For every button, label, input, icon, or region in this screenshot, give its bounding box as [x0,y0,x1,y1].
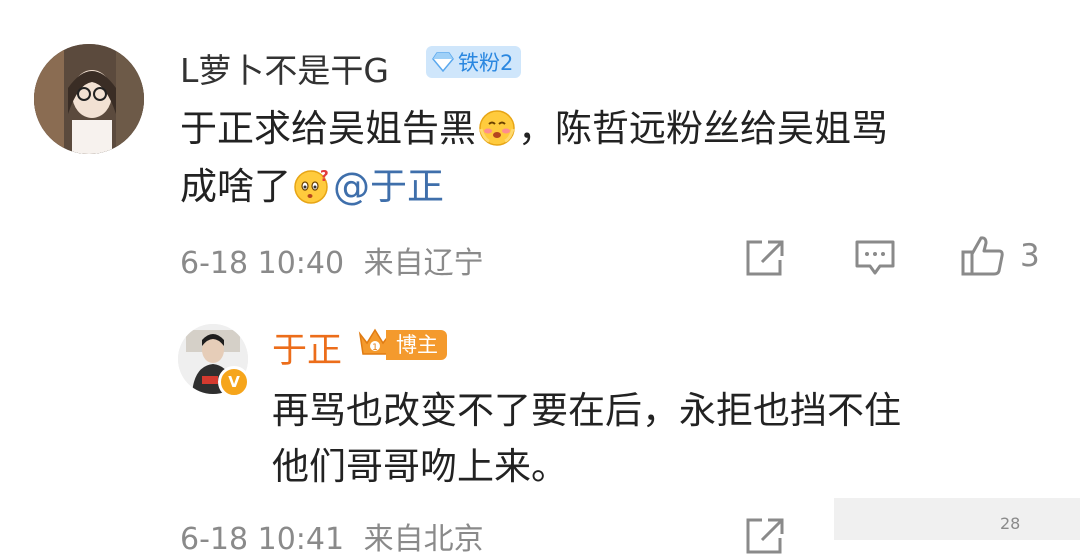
comment-icon [855,240,895,275]
reply-text-line-1: 再骂也改变不了要在后，永拒也挡不住 [272,389,901,432]
share-icon [746,518,784,554]
reply-share-button[interactable] [744,516,786,560]
fan-badge: 铁粉2 [426,46,522,78]
blushing-face-emoji-icon [479,110,515,146]
verified-badge-icon: V [218,366,250,398]
fan-badge-label: 铁粉2 [458,51,514,75]
comment-text-part-1: 于正求给吴姐告黑 [180,107,476,150]
watermark-overlay [834,498,1080,540]
commenter-avatar-image [34,44,144,154]
comment-timestamp: 6-18 10:40 [180,246,345,281]
diamond-icon [432,52,454,72]
comment-text-part-3: 成啥了 [180,165,291,208]
share-icon [746,240,784,276]
like-icon [961,236,1004,276]
confused-face-emoji-icon: ? [294,167,329,204]
reply-meta: 6-18 10:41 来自北京 [180,514,484,558]
comment-text-part-2: ，陈哲远粉丝给吴姐骂 [518,107,888,150]
reply-body: 再骂也改变不了要在后，永拒也挡不住 他们哥哥吻上来。 [272,383,1032,495]
comment-body: 于正求给吴姐告黑 ，陈哲远粉丝给吴姐骂 成啥了 ? @于正 [180,100,1020,216]
comment-button[interactable] [854,238,896,282]
commenter-username[interactable]: L萝卜不是干G [180,44,389,92]
reply-text-line-2: 他们哥哥吻上来。 [272,445,568,488]
comment-location: 来自辽宁 [363,246,484,281]
svg-text:1: 1 [372,343,378,353]
reply-username[interactable]: 于正 [272,322,342,373]
mention-link[interactable]: @于正 [333,165,444,208]
commenter-avatar[interactable] [34,44,144,154]
like-button[interactable]: 3 [960,234,1040,278]
reply-like-count: 28 [1000,514,1021,533]
like-count: 3 [1020,238,1040,274]
svg-text:?: ? [320,167,329,185]
host-badge: 博主 [386,330,447,360]
share-button[interactable] [744,238,786,282]
comment-meta: 6-18 10:40 来自辽宁 [180,238,484,282]
